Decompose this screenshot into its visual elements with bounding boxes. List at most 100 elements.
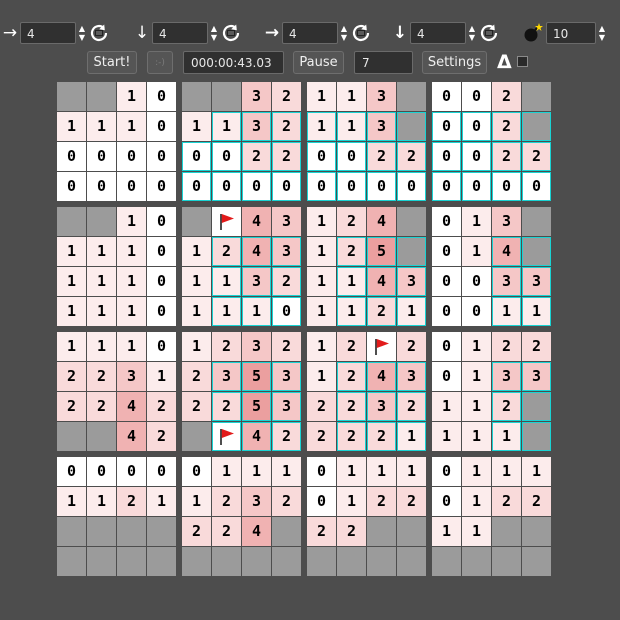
revealed-cell[interactable]: 1	[57, 237, 86, 266]
spin-up-icon[interactable]: ▲	[467, 24, 477, 33]
revealed-cell[interactable]: 1	[212, 112, 241, 141]
revealed-cell[interactable]: 1	[57, 297, 86, 326]
reset-icon[interactable]	[350, 22, 372, 44]
revealed-cell[interactable]: 2	[492, 142, 521, 171]
revealed-cell[interactable]: 2	[212, 332, 241, 361]
revealed-cell[interactable]: 2	[337, 207, 366, 236]
unrevealed-cell[interactable]	[492, 517, 521, 546]
revealed-cell[interactable]: 0	[432, 82, 461, 111]
revealed-cell[interactable]: 2	[492, 487, 521, 516]
revealed-cell[interactable]: 1	[432, 422, 461, 451]
revealed-cell[interactable]: 1	[242, 297, 271, 326]
unrevealed-cell[interactable]	[397, 237, 426, 266]
revealed-cell[interactable]: 1	[87, 237, 116, 266]
dimension-2-input[interactable]: 4	[152, 22, 208, 44]
revealed-cell[interactable]: 2	[367, 487, 396, 516]
unrevealed-cell[interactable]	[522, 82, 551, 111]
revealed-cell[interactable]: 1	[492, 422, 521, 451]
unrevealed-cell[interactable]	[522, 547, 551, 576]
revealed-cell[interactable]: 2	[147, 392, 176, 421]
smiley-button[interactable]: :-)	[147, 51, 173, 74]
revealed-cell[interactable]: 4	[117, 392, 146, 421]
revealed-cell[interactable]: 1	[462, 457, 491, 486]
dimension-1-input[interactable]: 4	[20, 22, 76, 44]
revealed-cell[interactable]: 1	[182, 112, 211, 141]
unrevealed-cell[interactable]	[522, 517, 551, 546]
revealed-cell[interactable]: 0	[147, 82, 176, 111]
revealed-cell[interactable]: 2	[397, 332, 426, 361]
unrevealed-cell[interactable]	[522, 112, 551, 141]
revealed-cell[interactable]: 0	[307, 457, 336, 486]
revealed-cell[interactable]: 0	[147, 172, 176, 201]
revealed-cell[interactable]: 0	[147, 207, 176, 236]
revealed-cell[interactable]: 2	[272, 142, 301, 171]
unrevealed-cell[interactable]	[272, 547, 301, 576]
revealed-cell[interactable]: 2	[182, 362, 211, 391]
revealed-cell[interactable]: 1	[462, 207, 491, 236]
unrevealed-cell[interactable]	[212, 547, 241, 576]
pause-button[interactable]: Pause	[293, 51, 344, 74]
revealed-cell[interactable]: 4	[367, 207, 396, 236]
revealed-cell[interactable]: 0	[147, 267, 176, 296]
revealed-cell[interactable]: 3	[397, 267, 426, 296]
revealed-cell[interactable]: 2	[212, 392, 241, 421]
revealed-cell[interactable]: 3	[367, 392, 396, 421]
revealed-cell[interactable]: 2	[522, 142, 551, 171]
revealed-cell[interactable]: 0	[432, 457, 461, 486]
revealed-cell[interactable]: 1	[397, 457, 426, 486]
revealed-cell[interactable]: 0	[432, 172, 461, 201]
revealed-cell[interactable]: 1	[492, 297, 521, 326]
revealed-cell[interactable]: 4	[242, 237, 271, 266]
unrevealed-cell[interactable]	[242, 547, 271, 576]
revealed-cell[interactable]: 0	[432, 237, 461, 266]
unrevealed-cell[interactable]	[87, 207, 116, 236]
revealed-cell[interactable]: 1	[272, 457, 301, 486]
revealed-cell[interactable]: 2	[397, 392, 426, 421]
revealed-cell[interactable]: 2	[337, 332, 366, 361]
start-button[interactable]: Start!	[87, 51, 137, 74]
revealed-cell[interactable]: 0	[432, 297, 461, 326]
revealed-cell[interactable]: 2	[212, 517, 241, 546]
dimension-3-spinner[interactable]: ▲ ▼	[339, 22, 349, 44]
revealed-cell[interactable]: 4	[492, 237, 521, 266]
revealed-cell[interactable]: 1	[492, 457, 521, 486]
unrevealed-cell[interactable]	[87, 547, 116, 576]
revealed-cell[interactable]: 0	[462, 112, 491, 141]
unrevealed-cell[interactable]	[57, 82, 86, 111]
revealed-cell[interactable]: 0	[147, 142, 176, 171]
revealed-cell[interactable]: 0	[182, 457, 211, 486]
revealed-cell[interactable]: 0	[57, 457, 86, 486]
mines-input[interactable]: 10	[546, 22, 596, 44]
revealed-cell[interactable]: 1	[462, 392, 491, 421]
revealed-cell[interactable]: 0	[57, 172, 86, 201]
dimension-2-spinner[interactable]: ▲ ▼	[209, 22, 219, 44]
revealed-cell[interactable]: 1	[57, 487, 86, 516]
revealed-cell[interactable]: 1	[212, 457, 241, 486]
revealed-cell[interactable]: 1	[397, 422, 426, 451]
revealed-cell[interactable]: 1	[117, 237, 146, 266]
unrevealed-cell[interactable]	[522, 422, 551, 451]
revealed-cell[interactable]: 0	[432, 142, 461, 171]
revealed-cell[interactable]: 2	[337, 392, 366, 421]
spin-up-icon[interactable]: ▲	[339, 24, 349, 33]
unrevealed-cell[interactable]	[147, 517, 176, 546]
revealed-cell[interactable]: 4	[117, 422, 146, 451]
revealed-cell[interactable]: 2	[492, 112, 521, 141]
revealed-cell[interactable]: 0	[117, 457, 146, 486]
unrevealed-cell[interactable]	[397, 112, 426, 141]
revealed-cell[interactable]: 2	[87, 392, 116, 421]
revealed-cell[interactable]: 1	[307, 237, 336, 266]
revealed-cell[interactable]: 2	[522, 332, 551, 361]
revealed-cell[interactable]: 2	[272, 422, 301, 451]
revealed-cell[interactable]: 1	[462, 422, 491, 451]
revealed-cell[interactable]: 2	[182, 392, 211, 421]
revealed-cell[interactable]: 2	[337, 362, 366, 391]
revealed-cell[interactable]: 2	[147, 422, 176, 451]
revealed-cell[interactable]: 1	[337, 487, 366, 516]
revealed-cell[interactable]: 1	[432, 392, 461, 421]
revealed-cell[interactable]: 0	[432, 267, 461, 296]
revealed-cell[interactable]: 2	[212, 237, 241, 266]
spin-down-icon[interactable]: ▼	[209, 33, 219, 42]
revealed-cell[interactable]: 2	[307, 422, 336, 451]
revealed-cell[interactable]: 5	[242, 362, 271, 391]
